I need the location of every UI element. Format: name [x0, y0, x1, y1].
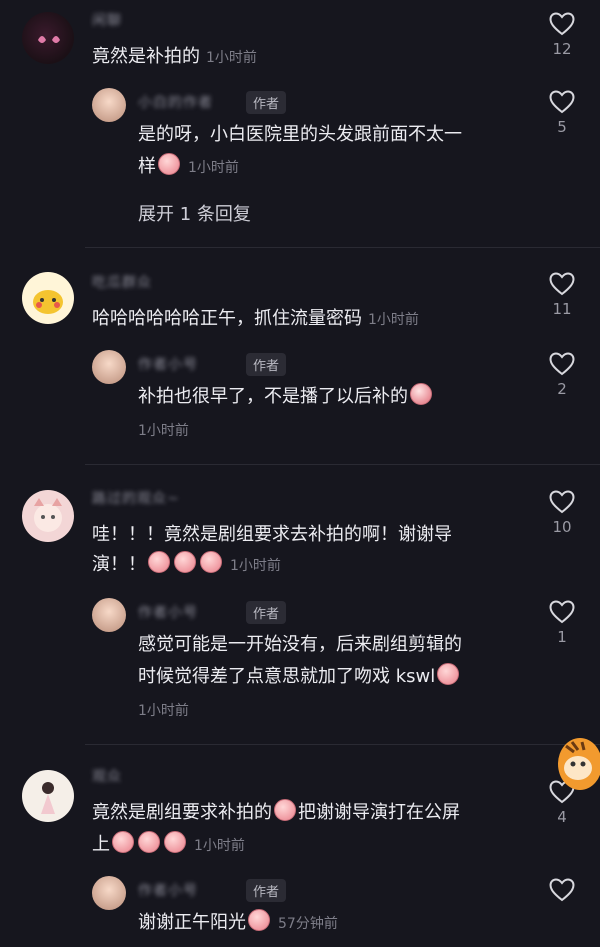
- reply-text-line1: 是的呀，小白医院里的头发跟前面不太一: [138, 124, 462, 145]
- commenter-name[interactable]: 吃瓜群众: [92, 272, 152, 292]
- emoji-sticker: [200, 551, 222, 573]
- reply-text: 补拍也很早了，不是播了以后补的: [138, 382, 434, 412]
- comment-time: 1小时前: [230, 558, 281, 574]
- reply-text: 谢谢正午阳光 57分钟前: [138, 908, 338, 939]
- like-count: 12: [552, 40, 572, 58]
- cat-avatar-icon: [34, 498, 62, 532]
- reply-body: 补拍也很早了，不是播了以后补的: [138, 386, 408, 407]
- reply-time: 1小时前: [138, 703, 189, 719]
- comment-body: 竟然是剧组要求补拍的: [92, 802, 272, 823]
- reply-time: 1小时前: [138, 423, 189, 439]
- comment-text-line1: 竟然是剧组要求补拍的 把谢谢导演打在公屏: [92, 798, 460, 828]
- commenter-avatar[interactable]: [22, 272, 74, 324]
- reply-text-line1: 感觉可能是一开始没有，后来剧组剪辑的: [138, 634, 462, 655]
- reply-text-line2: 样 1小时前: [138, 152, 239, 183]
- comment-time: 1小时前: [206, 50, 257, 66]
- reply-body: 时候觉得差了点意思就加了吻戏 kswl: [138, 666, 436, 687]
- emoji-sticker: [174, 551, 196, 573]
- like-count: 11: [552, 300, 572, 318]
- emoji-sticker: [148, 551, 170, 573]
- commenter-name[interactable]: 路过的观众~: [92, 488, 180, 508]
- reply-body: 谢谢正午阳光: [138, 912, 246, 933]
- divider: [85, 744, 600, 745]
- comment-text-line2: 演！！ 1小时前: [92, 550, 281, 581]
- heart-outline-icon: [549, 490, 575, 514]
- comment-text: 哈哈哈哈哈哈正午，抓住流量密码 1小时前: [92, 304, 419, 335]
- like-count: 1: [557, 628, 567, 646]
- commenter-name[interactable]: 观众: [92, 766, 122, 786]
- reply-time: 57分钟前: [278, 916, 338, 932]
- emoji-sticker: [437, 663, 460, 685]
- heart-outline-icon: [549, 272, 575, 296]
- comment-body: 哈哈哈哈哈哈正午，抓住流量密码: [92, 308, 362, 329]
- reply-like-button[interactable]: 5: [542, 90, 582, 136]
- author-tag: 作者: [246, 879, 287, 902]
- heart-outline-icon: [549, 600, 575, 624]
- heart-outline-icon: [549, 90, 575, 114]
- author-avatar[interactable]: [92, 88, 126, 122]
- reply-like-button[interactable]: [542, 878, 582, 902]
- comment-body-cont: 把谢谢导演打在公屏: [298, 802, 460, 823]
- comment-text-line1: 哇！！！竟然是剧组要求去补拍的啊！谢谢导: [92, 524, 452, 545]
- emoji-sticker: [274, 799, 296, 821]
- comment-text-line2: 上 1小时前: [92, 830, 245, 861]
- like-button[interactable]: 10: [542, 490, 582, 536]
- avatar-art-icon: [38, 36, 60, 43]
- emoji-sticker: [164, 831, 186, 853]
- like-count: 4: [557, 808, 567, 826]
- like-count: 10: [552, 518, 572, 536]
- girl-avatar-icon: [41, 782, 55, 814]
- heart-outline-icon: [549, 12, 575, 36]
- like-button[interactable]: 11: [542, 272, 582, 318]
- emoji-sticker: [112, 831, 134, 853]
- heart-outline-icon: [549, 878, 575, 902]
- author-tag: 作者: [246, 91, 287, 114]
- commenter-name[interactable]: 闲聊: [92, 10, 122, 30]
- reply-like-button[interactable]: 2: [542, 352, 582, 398]
- comment-time: 1小时前: [368, 312, 419, 328]
- expand-replies-link[interactable]: 展开 1 条回复: [138, 200, 251, 226]
- like-count: 2: [557, 380, 567, 398]
- author-name[interactable]: 作者小号: [138, 602, 198, 622]
- commenter-avatar[interactable]: [22, 12, 74, 64]
- author-avatar[interactable]: [92, 598, 126, 632]
- author-name[interactable]: 小白的作者: [138, 92, 213, 112]
- commenter-avatar[interactable]: [22, 770, 74, 822]
- comment-body: 竟然是补拍的: [92, 46, 200, 67]
- author-tag: 作者: [246, 353, 287, 376]
- author-avatar[interactable]: [92, 876, 126, 910]
- reply-like-button[interactable]: 1: [542, 600, 582, 646]
- commenter-avatar[interactable]: [22, 490, 74, 542]
- author-name[interactable]: 作者小号: [138, 354, 198, 374]
- comment-body-end: 上: [92, 834, 110, 855]
- divider: [85, 464, 600, 465]
- author-avatar[interactable]: [92, 350, 126, 384]
- reply-text-line2: 时候觉得差了点意思就加了吻戏 kswl: [138, 662, 461, 692]
- tiger-sticker-icon[interactable]: [548, 728, 600, 798]
- comment-time: 1小时前: [194, 838, 245, 854]
- emoji-sticker: [158, 153, 180, 175]
- emoji-sticker: [248, 909, 270, 931]
- comment-body: 演！！: [92, 554, 146, 575]
- comment-text: 竟然是补拍的 1小时前: [92, 42, 257, 73]
- like-count: 5: [557, 118, 567, 136]
- author-name[interactable]: 作者小号: [138, 880, 198, 900]
- reply-body: 样: [138, 156, 156, 177]
- heart-outline-icon: [549, 352, 575, 376]
- emoji-sticker: [410, 383, 432, 405]
- like-button[interactable]: 12: [542, 12, 582, 58]
- author-tag: 作者: [246, 601, 287, 624]
- pikachu-avatar-icon: [33, 290, 63, 314]
- reply-time: 1小时前: [188, 160, 239, 176]
- divider: [85, 247, 600, 248]
- emoji-sticker: [138, 831, 160, 853]
